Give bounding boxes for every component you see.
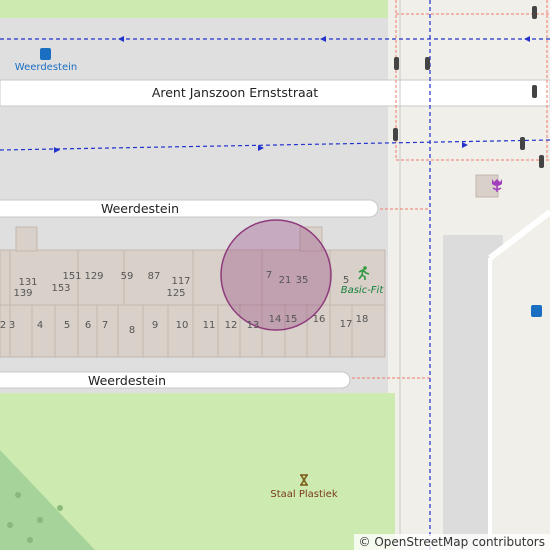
house-number: 6	[84, 320, 92, 331]
house-number: 151	[62, 271, 82, 282]
road-label-weerdestein-south: Weerdestein	[87, 373, 167, 388]
house-number: 35	[295, 275, 309, 286]
map-graphics	[0, 0, 550, 550]
house-number: 8	[128, 325, 136, 336]
house-number: 16	[312, 314, 326, 325]
house-number: 18	[355, 314, 369, 325]
bus-stop-icon[interactable]	[531, 305, 542, 317]
bus-stop-icon[interactable]	[40, 48, 51, 60]
house-number: 15	[284, 314, 298, 325]
house-number: 13	[246, 320, 260, 331]
house-number: 125	[166, 288, 186, 299]
artwork-icon[interactable]	[299, 474, 309, 486]
house-number: 59	[120, 271, 134, 282]
florist-icon[interactable]	[491, 178, 503, 192]
house-number: 5	[63, 320, 71, 331]
house-number: 10	[175, 320, 189, 331]
house-number: 87	[147, 271, 161, 282]
house-number: 14	[268, 314, 282, 325]
house-number: 12	[224, 320, 238, 331]
house-number: 131	[18, 277, 38, 288]
map-canvas[interactable]: Weerdestein Arent Janszoon Ernststraat W…	[0, 0, 550, 550]
house-number: 153	[51, 283, 71, 294]
house-number: 21	[278, 275, 292, 286]
house-number: 4	[36, 320, 44, 331]
house-number: 7	[101, 320, 109, 331]
artwork-label: Staal Plastiek	[270, 489, 338, 500]
fitness-centre-icon[interactable]	[356, 266, 370, 280]
road-label-arent: Arent Janszoon Ernststraat	[151, 85, 319, 100]
house-number: 139	[13, 288, 33, 299]
house-number: 7	[265, 270, 273, 281]
house-number: 117	[171, 276, 191, 287]
house-number: 3	[8, 320, 16, 331]
house-number: 17	[339, 319, 353, 330]
house-number: 11	[202, 320, 216, 331]
attribution[interactable]: © OpenStreetMap contributors	[353, 534, 550, 550]
road-label-weerdestein-north: Weerdestein	[100, 201, 180, 216]
bus-stop-label: Weerdestein	[14, 62, 78, 73]
house-number: 2	[0, 320, 7, 331]
house-number: 129	[84, 271, 104, 282]
house-number: 9	[151, 320, 159, 331]
poi-label: Basic-Fit	[340, 285, 384, 296]
